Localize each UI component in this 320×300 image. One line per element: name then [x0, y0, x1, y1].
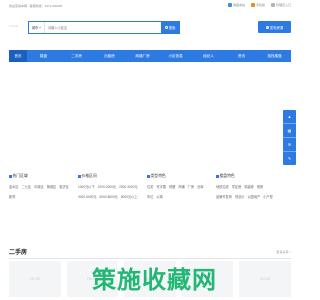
welcome-text: 欢迎来到本网 · 客服热线：0371-000000 [9, 4, 63, 8]
category-link[interactable]: 新郑 [9, 194, 15, 199]
nav-item-communities[interactable]: 小区信息 [159, 50, 192, 62]
category-link[interactable]: 8000元以上 [121, 194, 138, 199]
header: LOGO 城市 搜索 + 发布房源 [0, 14, 300, 42]
category-hot-areas: 热门区域 金水区 二七区 中原区 管城区 惠济区 新郑 [9, 174, 72, 199]
category-features: 楼盘特色 地铁沿线 学区房 精装修 现房 品牌开发商 低总价 公园地产 小户型 [216, 174, 279, 199]
category-link[interactable]: 写字楼 [156, 184, 166, 189]
category-property-types: 类型特色 住宅 写字楼 别墅 商铺 厂房 仓库 车位 公寓 [147, 174, 210, 199]
edit-icon: ✎ [287, 155, 292, 161]
city-select[interactable]: 城市 [29, 22, 45, 33]
user-icon [270, 3, 275, 7]
search-bar: 城市 搜索 [28, 21, 180, 34]
main-nav: 首页 楼盘 二手房 出租房 商铺厂房 小区信息 经纪人 资讯 找找楼盘 [9, 50, 291, 62]
nav-item-agents[interactable]: 经纪人 [192, 50, 225, 62]
plus-icon: + [265, 24, 269, 29]
category-link[interactable]: 住宅 [147, 184, 153, 189]
sidebar-chat-button[interactable]: ✉ [283, 138, 296, 152]
category-link[interactable]: 低总价 [235, 194, 245, 199]
category-link[interactable]: 别墅 [169, 184, 175, 189]
category-link[interactable]: 地铁沿线 [216, 184, 229, 189]
category-link[interactable]: 5000-8000元 [99, 194, 117, 199]
bullet-icon [78, 175, 81, 178]
category-link[interactable]: 二七区 [22, 184, 32, 189]
qr-icon: ▦ [287, 127, 292, 133]
category-title: 楼盘特色 [219, 174, 235, 178]
category-link[interactable]: 公园地产 [248, 194, 261, 199]
nav-item-news[interactable]: 资讯 [225, 50, 258, 62]
category-link[interactable]: 2000-3000元 [119, 184, 137, 189]
more-link[interactable]: 更多房源 > [276, 250, 291, 254]
category-price-range: 价格区间 1000元以下 1000-2000元 2000-3000元 3000-… [78, 174, 141, 199]
up-icon: ▲ [287, 113, 292, 119]
second-hand-section-header: 二手房 更多房源 > [9, 246, 291, 259]
category-link[interactable]: 品牌开发商 [216, 194, 232, 199]
listing-card[interactable]: FALSE [239, 261, 291, 297]
watermark: 策施收藏网 [92, 266, 217, 294]
phone-icon [250, 3, 255, 7]
category-link[interactable]: 现房 [257, 184, 263, 189]
banner-area [0, 62, 300, 170]
nav-item-home[interactable]: 首页 [9, 50, 27, 62]
category-link[interactable]: 精装修 [244, 184, 254, 189]
chevron-down-icon [39, 27, 42, 28]
category-link[interactable]: 惠济区 [59, 184, 69, 189]
site-logo[interactable]: LOGO [9, 24, 25, 32]
category-title: 类型特色 [150, 174, 166, 178]
admin-link[interactable]: 管理员入口 [270, 3, 291, 7]
sidebar-qr-button[interactable]: ▦ [283, 124, 296, 138]
nav-item-new-homes[interactable]: 楼盘 [27, 50, 60, 62]
category-link[interactable]: 中原区 [34, 184, 44, 189]
category-link[interactable]: 金水区 [9, 184, 19, 189]
post-listing-button[interactable]: + 发布房源 [258, 21, 291, 33]
nav-item-second-hand[interactable]: 二手房 [60, 50, 93, 62]
category-link[interactable]: 仓库 [197, 184, 203, 189]
search-button[interactable]: 搜索 [161, 22, 179, 33]
bullet-icon [147, 175, 150, 178]
category-link[interactable]: 1000元以下 [78, 184, 95, 189]
floating-sidebar: ▲ ▦ ✉ ✎ [283, 110, 296, 165]
top-links: 收藏本站 手机版 管理员入口 [227, 3, 291, 7]
category-link[interactable]: 管城区 [47, 184, 57, 189]
category-link[interactable]: 厂房 [188, 184, 194, 189]
favorite-link[interactable]: 收藏本站 [227, 3, 245, 7]
category-link[interactable]: 学区房 [232, 184, 242, 189]
category-link[interactable]: 车位 [147, 194, 153, 199]
search-input[interactable] [45, 22, 161, 33]
category-link[interactable]: 3000-5000元 [78, 194, 96, 199]
chat-icon: ✉ [287, 141, 292, 147]
category-title: 价格区间 [81, 174, 97, 178]
bullet-icon [9, 175, 12, 178]
search-icon [164, 26, 168, 29]
nav-item-commercial[interactable]: 商铺厂房 [126, 50, 159, 62]
category-link[interactable]: 商铺 [178, 184, 184, 189]
listing-card[interactable]: FALSE [9, 261, 61, 297]
category-links: 热门区域 金水区 二七区 中原区 管城区 惠济区 新郑 价格区间 1000元以下… [9, 174, 279, 199]
sidebar-top-button[interactable]: ▲ [283, 110, 296, 124]
bullet-icon [216, 175, 219, 178]
mobile-link[interactable]: 手机版 [250, 3, 265, 7]
category-title: 热门区域 [12, 174, 28, 178]
top-bar: 欢迎来到本网 · 客服热线：0371-000000 收藏本站 手机版 管理员入口 [0, 0, 300, 11]
category-link[interactable]: 小户型 [263, 194, 273, 199]
category-link[interactable]: 1000-2000元 [98, 184, 116, 189]
nav-item-find[interactable]: 找找楼盘 [258, 50, 291, 62]
category-link[interactable]: 公寓 [156, 194, 162, 199]
sidebar-feedback-button[interactable]: ✎ [283, 152, 296, 165]
star-icon [227, 3, 232, 7]
section-title: 二手房 [9, 250, 28, 256]
nav-item-rentals[interactable]: 出租房 [93, 50, 126, 62]
